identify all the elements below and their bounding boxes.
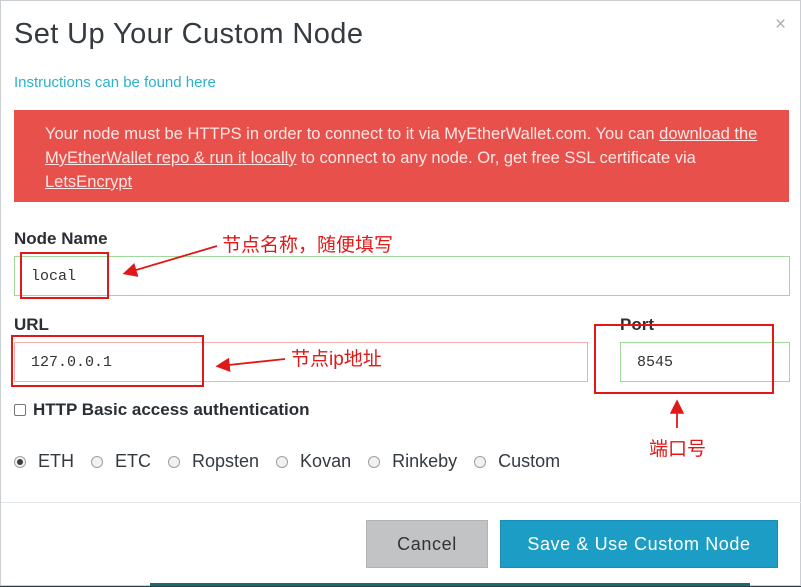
annotation-arrow-url: [215, 357, 286, 373]
custom-node-modal: Set Up Your Custom Node × Instructions c…: [0, 0, 801, 586]
annotation-arrow-node-name: [122, 245, 218, 277]
annotation-arrows: [122, 245, 685, 428]
